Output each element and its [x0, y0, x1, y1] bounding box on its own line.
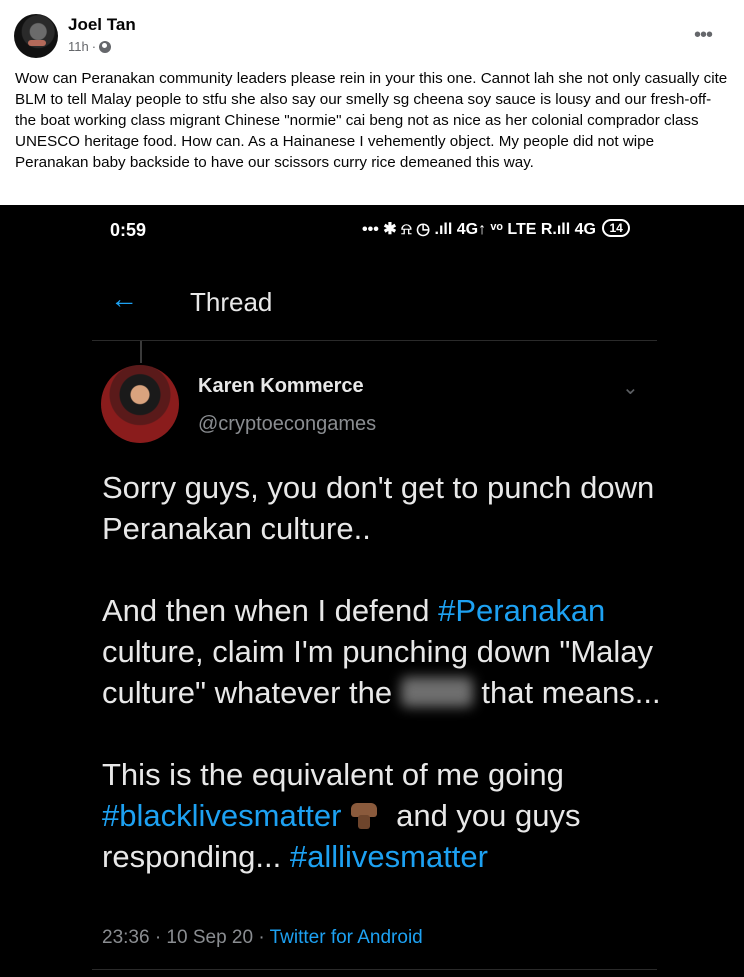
status-time: 0:59: [110, 220, 147, 240]
avatar[interactable]: [14, 14, 58, 58]
tweet-timestamp[interactable]: 23:36 · 10 Sep 20 ·: [102, 927, 270, 948]
tweet-text: This is the equivalent of me going: [102, 757, 564, 792]
tweet-paragraph-1: Sorry guys, you don't get to punch down …: [102, 470, 655, 546]
status-icons: ••• ✱ ⍾ ◷ .ıll 4G↑ ᵛᵒ LTE R.ıll 4G 14: [362, 219, 630, 239]
tweet-footer: 23:36 · 10 Sep 20 · Twitter for Android: [102, 927, 423, 949]
tweet-paragraph-3: This is the equivalent of me going #blac…: [102, 754, 662, 877]
divider: [92, 969, 657, 970]
post-text: Wow can Peranakan community leaders plea…: [15, 70, 728, 171]
censored-word: [400, 677, 473, 707]
battery-icon: 14: [602, 219, 630, 237]
tweet-body: Sorry guys, you don't get to punch down …: [102, 467, 662, 918]
post-time[interactable]: 11h: [68, 39, 89, 54]
divider: [92, 340, 657, 341]
tweet-display-name[interactable]: Karen Kommerce: [198, 375, 364, 398]
back-arrow-icon[interactable]: ←: [110, 283, 138, 315]
author-name[interactable]: Joel Tan: [68, 15, 136, 35]
status-indicators: ••• ✱ ⍾ ◷ .ıll 4G↑ ᵛᵒ LTE R.ıll 4G: [362, 221, 596, 238]
status-bar: 0:59 ••• ✱ ⍾ ◷ .ıll 4G↑ ᵛᵒ LTE R.ıll 4G …: [0, 205, 744, 257]
hashtag-peranakan[interactable]: #Peranakan: [438, 593, 605, 628]
raised-fist-icon: [349, 801, 379, 831]
thread-header: ← Thread: [0, 257, 744, 341]
hashtag-alllivesmatter[interactable]: #alllivesmatter: [290, 839, 488, 874]
page-title: Thread: [190, 287, 273, 317]
tweet-paragraph-2: And then when I defend #Peranakan cultur…: [102, 590, 662, 713]
thread-connector-line: [140, 341, 142, 363]
tweet-text: And then when I defend: [102, 593, 439, 628]
more-horizontal-icon[interactable]: •••: [694, 24, 713, 47]
tweet-text: that means...: [472, 675, 661, 710]
chevron-down-icon[interactable]: ⌄: [622, 375, 639, 400]
tweet-handle[interactable]: @cryptoecongames: [198, 413, 376, 436]
embedded-screenshot: 0:59 ••• ✱ ⍾ ◷ .ıll 4G↑ ᵛᵒ LTE R.ıll 4G …: [0, 205, 744, 977]
globe-icon[interactable]: [99, 40, 112, 53]
meta-separator: ·: [91, 39, 97, 54]
hashtag-blacklivesmatter[interactable]: #blacklivesmatter: [102, 798, 341, 833]
facebook-post: Joel Tan 11h · ••• Wow can Peranakan com…: [0, 0, 744, 205]
tweet-avatar[interactable]: [101, 365, 179, 443]
tweet-source[interactable]: Twitter for Android: [270, 927, 423, 948]
post-meta: 11h ·: [68, 39, 112, 54]
